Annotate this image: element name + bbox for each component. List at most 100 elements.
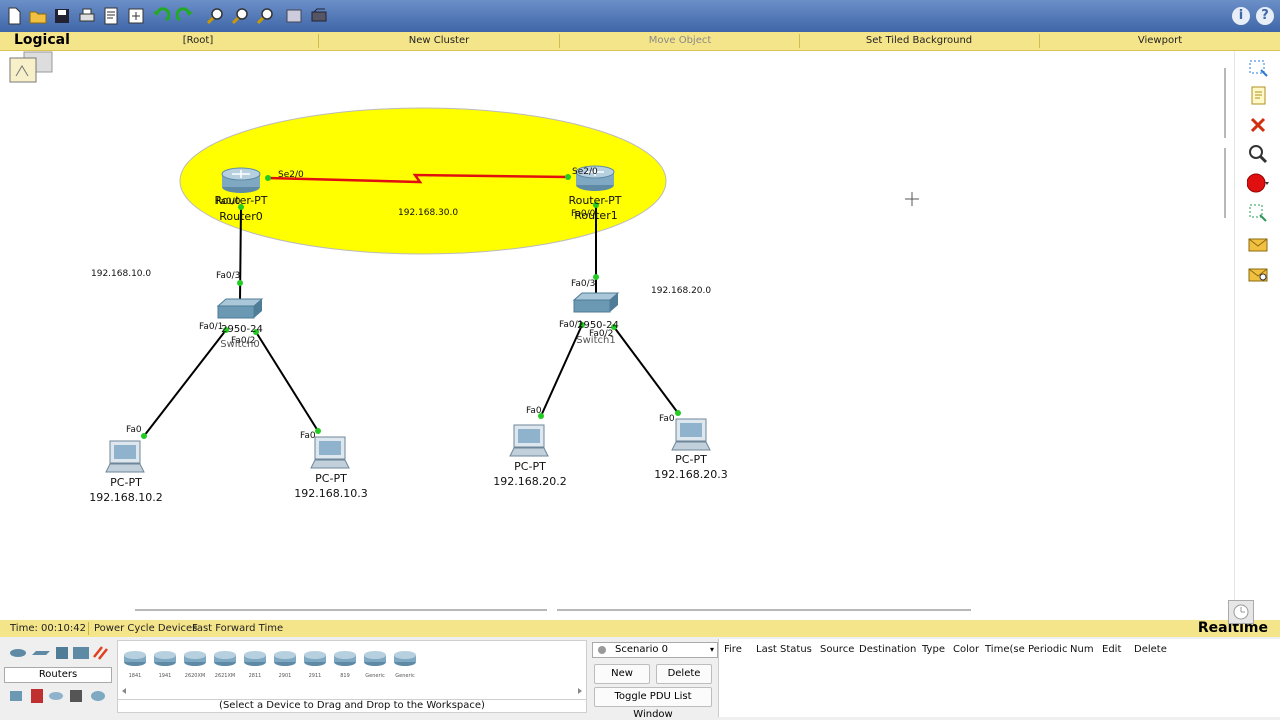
main-toolbar: i ? <box>0 0 1280 32</box>
switch0-pc0-link[interactable] <box>143 329 227 437</box>
draw-shape-icon[interactable] <box>1246 172 1269 194</box>
fast-forward-button[interactable]: Fast Forward Time <box>192 620 283 637</box>
device-item[interactable]: Generic <box>362 648 388 679</box>
device-list: 1841 1941 2620XM 2621XM 2811 2901 2911 8… <box>117 640 587 700</box>
horizontal-scrollbar-thumb[interactable] <box>557 609 971 611</box>
switch1[interactable] <box>572 292 620 313</box>
redo-icon[interactable] <box>176 7 194 25</box>
device-item[interactable]: 2621XM <box>212 648 238 679</box>
pdu-column-header: Source <box>820 644 855 655</box>
new-scenario-button[interactable]: New <box>594 664 650 684</box>
switch0-pc1-link[interactable] <box>255 331 319 432</box>
device-panel: Routers 1841 1941 2620XM 2621XM 2811 290… <box>0 637 1280 720</box>
device-item[interactable]: 2911 <box>302 648 328 679</box>
realtime-clock-icon[interactable] <box>1228 600 1254 624</box>
horizontal-scrollbar[interactable] <box>135 609 547 611</box>
delete-icon[interactable] <box>1247 114 1269 136</box>
pc1-model-label: PC-PT <box>315 472 347 485</box>
wan-network-label: 192.168.30.0 <box>398 208 458 218</box>
help-icon[interactable]: ? <box>1256 7 1274 25</box>
mode-title[interactable]: Logical <box>14 32 70 48</box>
inspect-icon[interactable] <box>1247 143 1269 165</box>
new-icon[interactable] <box>5 7 23 25</box>
scenario-value: Scenario 0 <box>615 644 669 655</box>
cluster-back-icon[interactable] <box>9 51 53 83</box>
viewport-button[interactable]: Viewport <box>1138 32 1182 50</box>
pc3-model-label: PC-PT <box>675 453 707 466</box>
custom-devices-icon[interactable] <box>127 7 145 25</box>
add-simple-pdu-icon[interactable] <box>1247 233 1269 255</box>
activity-wizard-icon[interactable] <box>102 7 120 25</box>
pc2-model-label: PC-PT <box>514 460 546 473</box>
device-item[interactable]: 1841 <box>122 648 148 679</box>
device-hint: (Select a Device to Drag and Drop to the… <box>117 699 587 713</box>
pc3-ip-label: 192.168.20.3 <box>654 468 727 481</box>
pc2-port-label: Fa0 <box>526 406 542 416</box>
device-item[interactable]: 1941 <box>152 648 178 679</box>
pdu-column-header: Edit <box>1102 644 1122 655</box>
device-list-scrollbar[interactable] <box>120 687 584 695</box>
pdu-list-table: Fire Last Status Source Destination Type… <box>718 639 1280 717</box>
pc-0[interactable] <box>105 440 145 473</box>
router1-name-label: Router1 <box>574 209 617 222</box>
switch1-pc3-link[interactable] <box>613 326 679 414</box>
router0-name-label: Router0 <box>219 210 262 223</box>
device-item[interactable]: 2811 <box>242 648 268 679</box>
device-item[interactable]: Generic <box>392 648 418 679</box>
switch1-fa03-label: Fa0/3 <box>571 279 595 289</box>
navbar-divider <box>559 34 560 48</box>
pc-2[interactable] <box>509 424 549 457</box>
navbar-divider <box>1039 34 1040 48</box>
logical-workspace[interactable]: Se2/0 Se2/0 Fa0/0 Fa0/0 192.168.30.0 192… <box>0 51 1222 613</box>
device-template-icon[interactable] <box>310 7 328 25</box>
palette-icon[interactable] <box>285 7 303 25</box>
device-item[interactable]: 2620XM <box>182 648 208 679</box>
move-object-button[interactable]: Move Object <box>649 32 712 50</box>
logical-navbar: Logical [Root] New Cluster Move Object S… <box>0 32 1280 51</box>
device-category-label: Routers <box>4 667 112 683</box>
set-tiled-background-button[interactable]: Set Tiled Background <box>866 32 972 50</box>
add-complex-pdu-icon[interactable] <box>1247 263 1269 285</box>
device-category-icons[interactable] <box>4 643 114 663</box>
delete-scenario-button[interactable]: Delete <box>656 664 712 684</box>
switch1-name-label: Switch1 <box>576 335 615 346</box>
device-item[interactable]: 819 <box>332 648 358 679</box>
pdu-column-header: Color <box>953 644 980 655</box>
pc0-ip-label: 192.168.10.2 <box>89 491 162 504</box>
device-subcategory-icons[interactable] <box>8 687 112 705</box>
router1-serial-port-label: Se2/0 <box>572 167 598 177</box>
switch0[interactable] <box>216 298 264 319</box>
resize-shape-icon[interactable] <box>1247 202 1269 224</box>
toggle-pdu-list-button[interactable]: Toggle PDU List Window <box>594 687 712 720</box>
undo-icon[interactable] <box>152 7 170 25</box>
topology-canvas[interactable]: Se2/0 Se2/0 Fa0/0 Fa0/0 192.168.30.0 192… <box>0 51 1222 613</box>
pdu-column-header: Destination <box>859 644 917 655</box>
zoom-in-icon[interactable] <box>206 7 224 25</box>
pc1-port-label: Fa0 <box>300 431 316 441</box>
pdu-column-header: Type <box>922 644 945 655</box>
lan1-network-label: 192.168.20.0 <box>651 286 711 296</box>
pc-3[interactable] <box>671 418 711 451</box>
vertical-scrollbar[interactable] <box>1224 68 1226 138</box>
pc-1[interactable] <box>310 436 350 469</box>
status-bar: Time: 00:10:42 Power Cycle Devices Fast … <box>0 620 1280 637</box>
zoom-reset-icon[interactable] <box>231 7 249 25</box>
note-icon[interactable] <box>1247 85 1269 107</box>
pc0-model-label: PC-PT <box>110 476 142 489</box>
vertical-scrollbar-thumb[interactable] <box>1224 148 1226 218</box>
scenario-select[interactable]: Scenario 0 ▾ <box>592 642 718 658</box>
switch0-fa01-label: Fa0/1 <box>199 322 223 332</box>
device-item[interactable]: 2901 <box>272 648 298 679</box>
open-icon[interactable] <box>29 7 47 25</box>
save-icon[interactable] <box>53 7 71 25</box>
root-button[interactable]: [Root] <box>183 32 213 50</box>
pdu-column-header: Num <box>1070 644 1094 655</box>
print-icon[interactable] <box>78 7 96 25</box>
power-cycle-button[interactable]: Power Cycle Devices <box>94 620 197 637</box>
new-cluster-button[interactable]: New Cluster <box>409 32 469 50</box>
right-tool-panel <box>1234 51 1280 611</box>
router0[interactable] <box>221 167 261 193</box>
zoom-out-icon[interactable] <box>256 7 274 25</box>
select-icon[interactable] <box>1247 57 1269 79</box>
info-icon[interactable]: i <box>1232 7 1250 25</box>
